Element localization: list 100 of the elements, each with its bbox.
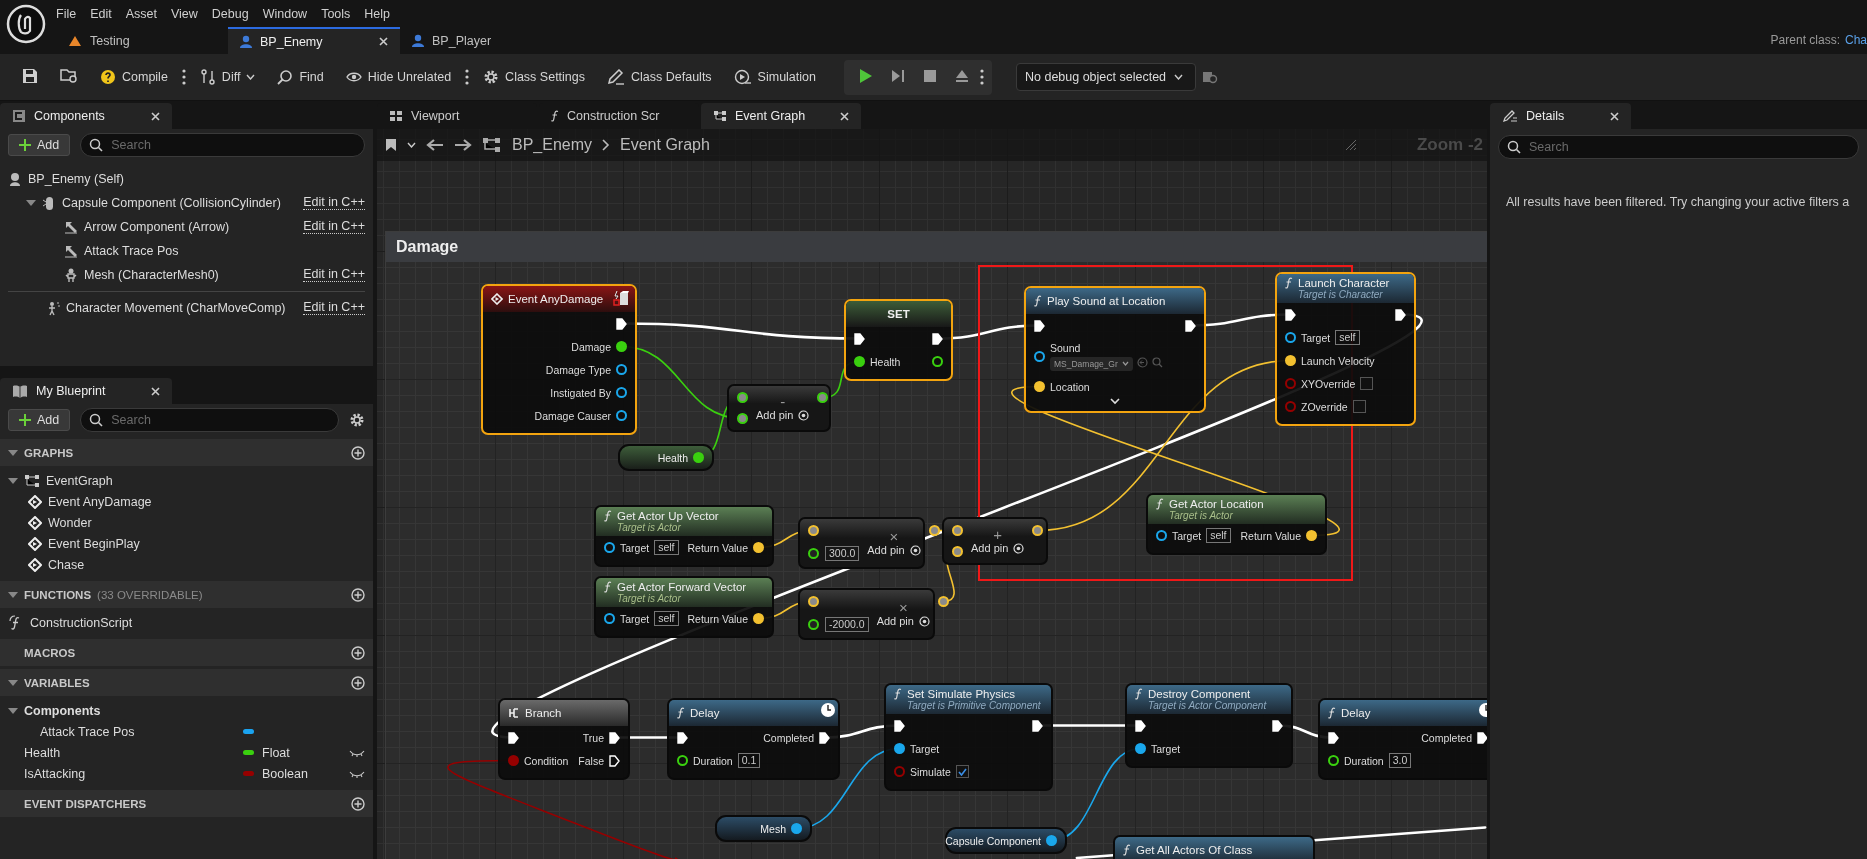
pin-icon[interactable] [854,356,865,367]
chevron-down-icon[interactable] [1110,398,1120,405]
document-tab[interactable]: Testing [56,27,228,54]
graph-tab[interactable]: Event Graph [701,103,861,129]
exec-pin-icon[interactable] [616,317,627,330]
add-icon[interactable] [351,645,365,660]
default-value-field[interactable]: 0.1 [737,753,761,768]
pin-icon[interactable] [817,392,829,403]
add-pin-button[interactable]: Add pin [756,409,810,421]
category-label[interactable]: Components [24,703,101,718]
use-asset-icon[interactable] [1136,356,1148,368]
search-icon[interactable] [1151,356,1163,368]
checkbox[interactable] [1360,377,1374,390]
add-icon[interactable] [351,445,365,460]
pin-icon[interactable] [1328,755,1339,766]
expand-arrow-icon[interactable] [8,678,18,687]
toolbar-button[interactable]: Compile [92,64,176,90]
more-options-icon[interactable] [465,69,470,85]
variable-node[interactable]: Mesh [715,815,812,842]
graph-node[interactable]: Delay Completed Duration 3.0 [1318,698,1487,780]
add-icon[interactable] [351,796,365,811]
exec-pin-icon[interactable] [1135,719,1146,732]
exec-pin-icon[interactable] [1285,308,1296,321]
close-icon[interactable] [151,386,161,396]
graph-item[interactable]: Wonder [48,515,92,530]
logo-icon[interactable] [6,4,46,44]
variable-node[interactable]: Capsule Component [945,827,1067,854]
breadcrumb-item[interactable]: Event Graph [620,136,710,154]
exec-pin-icon[interactable] [677,731,688,744]
pin-icon[interactable] [616,387,627,398]
section-title[interactable]: EVENT DISPATCHERS [24,797,147,810]
menu-item[interactable]: Edit [90,6,126,21]
exec-pin-icon[interactable] [1032,719,1043,732]
pin-icon[interactable] [737,392,748,403]
graph-item[interactable]: Chase [48,557,85,572]
exec-pin-icon[interactable] [932,332,943,345]
settings-icon[interactable] [483,69,500,85]
close-icon[interactable] [1610,111,1620,121]
checkbox[interactable] [955,765,969,778]
toolbar-button[interactable]: Diff [191,64,264,90]
add-button[interactable]: Add [8,134,71,156]
graph-node[interactable]: SET Health [844,299,953,381]
add-pin-button[interactable]: Add pin [971,542,1025,554]
section-title[interactable]: FUNCTIONS [24,588,92,601]
graph-node[interactable]: Get All Actors Of Class [1113,835,1315,859]
more-options-icon[interactable] [181,69,186,85]
close-icon[interactable] [150,111,160,121]
menu-item[interactable]: Help [364,6,405,21]
pin-icon[interactable] [1135,743,1146,754]
toolbar-button[interactable]: Class Settings [475,64,593,90]
parent-class-link[interactable]: Cha [1845,33,1867,47]
default-value-field[interactable]: self [1206,528,1231,543]
variable-node[interactable]: Health [618,444,714,471]
pin-icon[interactable] [1034,350,1045,362]
toolbar-button[interactable]: Find [269,64,332,90]
menu-item[interactable]: Asset [125,6,171,21]
expand-arrow-icon[interactable] [8,590,18,599]
default-value-field[interactable]: self [654,540,679,555]
closed-eye-icon[interactable] [349,748,365,757]
component-label[interactable]: Arrow Component (Arrow) [84,220,230,234]
add-icon[interactable] [351,675,365,690]
back-arrow-icon[interactable] [426,138,444,152]
variable-name[interactable]: Health [24,745,61,760]
pin-icon[interactable] [808,548,819,559]
add-button[interactable]: Add [8,409,71,431]
graph-node[interactable]: Launch Character Target is Character Target self Launch Velocity XYOverride ZOverride [1275,272,1416,426]
pin-icon[interactable] [616,410,627,421]
expand-arrow-icon[interactable] [8,448,18,457]
forward-arrow-icon[interactable] [454,138,472,152]
exec-pin-icon[interactable] [894,719,905,732]
debug-object-dropdown[interactable]: No debug object selected [1016,63,1196,91]
exec-pin-icon[interactable] [1034,319,1045,332]
component-label[interactable]: Capsule Component (CollisionCylinder) [62,196,281,210]
graph-node[interactable]: Get Actor Forward Vector Target is Actor Target self Return Value [594,576,774,638]
component-label[interactable]: Attack Trace Pos [84,244,179,258]
graph-node[interactable]: Get Actor Up Vector Target is Actor Target self Return Value [594,505,774,567]
pin-icon[interactable] [604,542,615,553]
math-node[interactable]: - Add pin [727,384,831,432]
pin-icon[interactable] [737,413,748,424]
component-label[interactable]: BP_Enemy (Self) [28,172,124,186]
exec-pin-icon[interactable] [609,754,620,767]
search-input[interactable]: Search [1527,139,1850,155]
graph-node[interactable]: Branch True Condition False [498,698,630,780]
default-value-field[interactable]: 300.0 [825,546,860,561]
component-label[interactable]: Mesh (CharacterMesh0) [84,268,219,282]
menu-item[interactable]: View [170,6,212,21]
search-field[interactable]: Search [80,408,339,432]
breadcrumb-item[interactable]: BP_Enemy [512,136,593,154]
exec-pin-icon[interactable] [1185,319,1196,332]
pin-icon[interactable] [1285,332,1296,343]
graph-node[interactable]: Set Simulate Physics Target is Primitive Component Target Simulate [884,683,1053,791]
pin-icon[interactable] [894,743,905,754]
variable-type[interactable]: Boolean [262,766,308,781]
default-value-field[interactable]: 3.0 [1388,753,1412,768]
panel-tab[interactable]: My Blueprint [0,378,173,404]
variable-name[interactable]: Attack Trace Pos [40,724,135,739]
component-label[interactable]: Character Movement (CharMoveComp) [66,301,286,315]
pin-icon[interactable] [677,755,688,766]
graph-node[interactable]: Event AnyDamage Damage Damage Type Instigated By Damage Causer [481,284,637,435]
panel-tab[interactable]: Details [1490,103,1632,129]
